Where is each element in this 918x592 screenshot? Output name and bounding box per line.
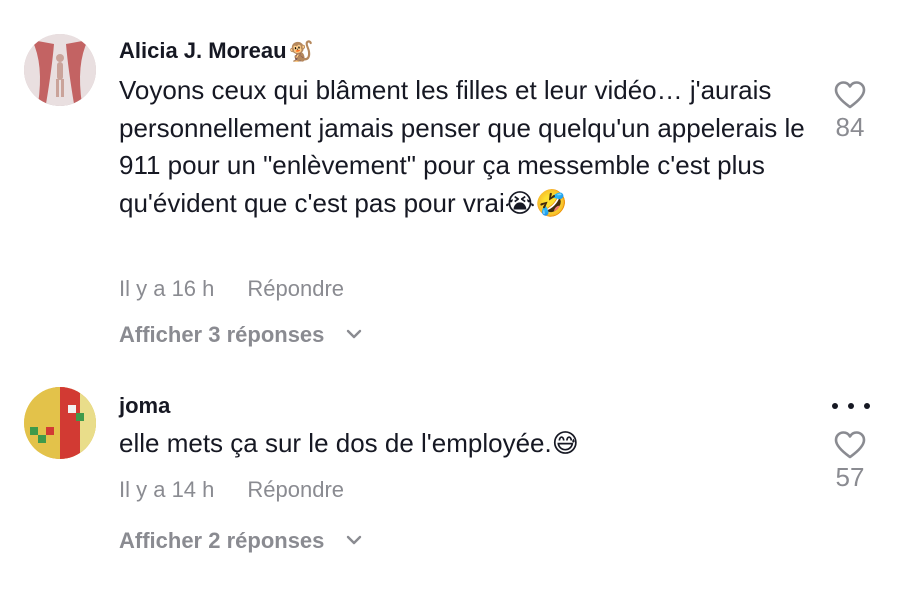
heart-outline-icon — [834, 81, 866, 109]
comment-username[interactable]: joma — [119, 393, 170, 419]
comment-item: joma elle mets ça sur le dos de l'employ… — [0, 375, 918, 592]
like-count: 57 — [835, 462, 865, 492]
view-replies-label: Afficher 2 réponses — [119, 528, 325, 553]
avatar[interactable] — [24, 387, 96, 459]
comment-meta: Il y a 16 h Répondre — [119, 276, 344, 302]
chevron-down-icon — [346, 329, 361, 339]
dot — [864, 403, 870, 409]
heart-outline-icon — [834, 431, 866, 459]
avatar[interactable] — [24, 34, 96, 106]
avatar-image — [24, 387, 96, 459]
reply-button[interactable]: Répondre — [247, 276, 344, 301]
view-replies-label: Afficher 3 réponses — [119, 322, 325, 347]
comment-timestamp: Il y a 14 h — [119, 477, 215, 502]
more-options-icon[interactable] — [830, 400, 872, 412]
dot — [832, 403, 838, 409]
comment-username[interactable]: Alicia J. Moreau 🐒 — [119, 38, 313, 64]
comment-text: elle mets ça sur le dos de l'employée.😅 — [119, 428, 579, 458]
reply-button[interactable]: Répondre — [247, 477, 344, 502]
comment-item: Alicia J. Moreau 🐒 Voyons ceux qui blâmen… — [0, 0, 918, 370]
like-button[interactable]: 57 — [826, 430, 874, 493]
chevron-down-icon — [346, 535, 361, 545]
comment-timestamp: Il y a 16 h — [119, 276, 215, 301]
dot — [848, 403, 854, 409]
like-button[interactable]: 84 — [826, 80, 874, 143]
username-text: Alicia J. Moreau — [119, 38, 287, 63]
like-count: 84 — [835, 112, 865, 142]
view-replies-button[interactable]: Afficher 2 réponses — [119, 528, 363, 554]
username-emoji: 🐒 — [288, 41, 314, 63]
view-replies-button[interactable]: Afficher 3 réponses — [119, 322, 363, 348]
comment-text: Voyons ceux qui blâment les filles et le… — [119, 75, 805, 218]
username-text: joma — [119, 393, 171, 418]
comment-meta: Il y a 14 h Répondre — [119, 477, 344, 503]
avatar-image — [24, 34, 96, 106]
